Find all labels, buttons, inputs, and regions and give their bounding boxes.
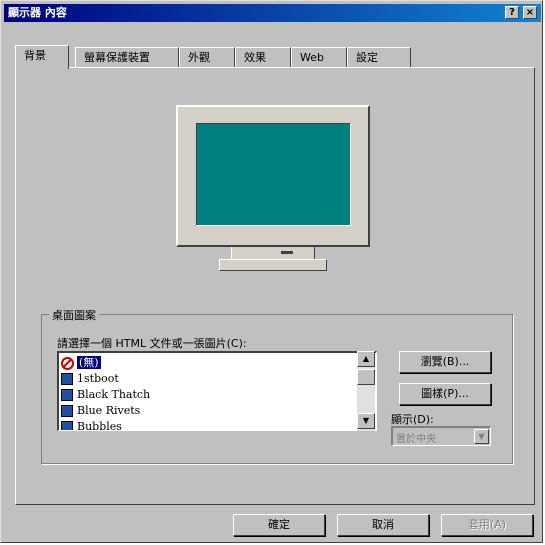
wallpaper-group-label: 桌面圖案 xyxy=(49,307,99,323)
monitor-stand xyxy=(219,259,327,271)
tab-strip: 背景 螢幕保護裝置 外觀 效果 Web 設定 xyxy=(15,45,535,69)
cancel-button[interactable]: 取消 xyxy=(337,514,429,536)
list-item[interactable]: Black Thatch xyxy=(61,387,150,403)
apply-button: 套用(A) xyxy=(441,514,533,536)
close-button[interactable]: × xyxy=(523,6,537,19)
tab-web[interactable]: Web xyxy=(291,47,347,67)
list-item-label: (無) xyxy=(77,356,101,369)
tab-screensaver[interactable]: 螢幕保護裝置 xyxy=(75,47,179,67)
browse-button[interactable]: 瀏覽(B)... xyxy=(399,351,491,373)
wallpaper-prompt: 請選擇一個 HTML 文件或一張圖片(C): xyxy=(57,337,247,350)
monitor-neck xyxy=(231,247,315,259)
help-button[interactable]: ? xyxy=(505,6,519,19)
list-item[interactable]: Blue Rivets xyxy=(61,403,140,419)
monitor-power-led xyxy=(281,251,293,254)
display-mode-select: 置於中央 ▼ xyxy=(391,426,491,446)
scroll-up-icon[interactable]: ▲ xyxy=(357,351,375,367)
list-item-label: 1stboot xyxy=(77,372,119,385)
chevron-down-icon: ▼ xyxy=(474,429,489,444)
tab-effects[interactable]: 效果 xyxy=(235,47,291,67)
tab-appearance[interactable]: 外觀 xyxy=(179,47,235,67)
list-item[interactable]: 1stboot xyxy=(61,371,119,387)
display-properties-window: 顯示器 內容 ? × 背景 螢幕保護裝置 外觀 效果 Web 設定 桌面圖案 請… xyxy=(0,0,543,543)
display-mode-value: 置於中央 xyxy=(396,434,436,445)
title-bar[interactable]: 顯示器 內容 ? × xyxy=(4,4,541,22)
ok-button[interactable]: 確定 xyxy=(233,514,325,536)
tab-background[interactable]: 背景 xyxy=(15,45,69,69)
list-item[interactable]: Bubbles xyxy=(61,419,122,431)
image-file-icon xyxy=(61,421,73,430)
image-file-icon xyxy=(61,389,73,401)
monitor-screen xyxy=(196,123,351,226)
list-scrollbar[interactable]: ▲ ▼ xyxy=(357,351,375,431)
image-file-icon xyxy=(61,405,73,417)
image-file-icon xyxy=(61,373,73,385)
window-title: 顯示器 內容 xyxy=(8,6,67,19)
tab-settings[interactable]: 設定 xyxy=(347,47,411,67)
list-item-label: Blue Rivets xyxy=(77,404,141,417)
wallpaper-list[interactable]: (無) 1stboot Black Thatch Blue Rivets Bub… xyxy=(57,351,377,431)
list-item[interactable]: (無) xyxy=(61,355,101,371)
none-icon xyxy=(61,356,74,370)
list-item-label: Black Thatch xyxy=(77,388,151,401)
display-mode-label: 顯示(D): xyxy=(391,413,434,426)
scroll-down-icon[interactable]: ▼ xyxy=(357,413,375,429)
pattern-button[interactable]: 圖樣(P)... xyxy=(399,383,491,405)
list-item-label: Bubbles xyxy=(77,420,122,431)
scroll-thumb[interactable] xyxy=(357,369,375,385)
